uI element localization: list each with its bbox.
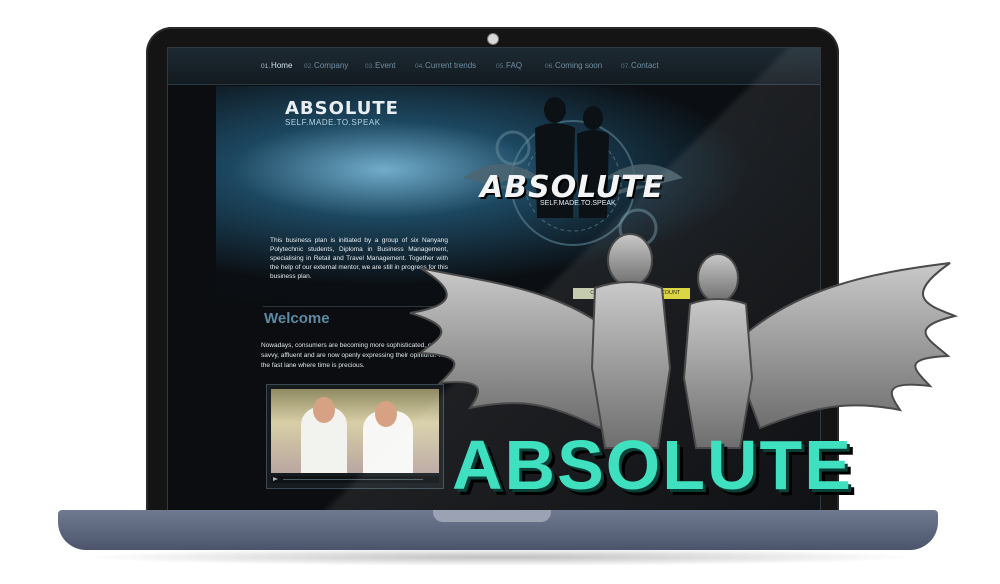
top-navigation: 01.Home 02.Company 03.Event 04.Current t…: [168, 48, 820, 85]
hero-logo[interactable]: ABSOLUTE: [285, 98, 399, 119]
nav-contact[interactable]: 07.Contact: [621, 61, 659, 70]
emblem-tagline: SELF.MADE.TO.SPEAK: [540, 200, 616, 207]
nav-company[interactable]: 02.Company: [304, 61, 348, 70]
nav-faq[interactable]: 05.FAQ: [496, 61, 522, 70]
welcome-heading: Welcome: [264, 310, 330, 327]
person-head: [313, 397, 335, 423]
nav-home[interactable]: 01.Home: [261, 61, 292, 70]
absolute-3d-logo: ABSOLUTE: [452, 426, 853, 504]
webcam: [487, 33, 499, 45]
laptop-shadow: [80, 548, 920, 566]
nav-event[interactable]: 03.Event: [365, 61, 396, 70]
nav-coming-soon[interactable]: 06.Coming soon: [545, 61, 602, 70]
person-head: [375, 401, 397, 427]
play-icon[interactable]: [273, 477, 278, 481]
hero-tagline: SELF.MADE.TO.SPEAK: [285, 118, 381, 127]
nav-current-trends[interactable]: 04.Current trends: [415, 61, 476, 70]
